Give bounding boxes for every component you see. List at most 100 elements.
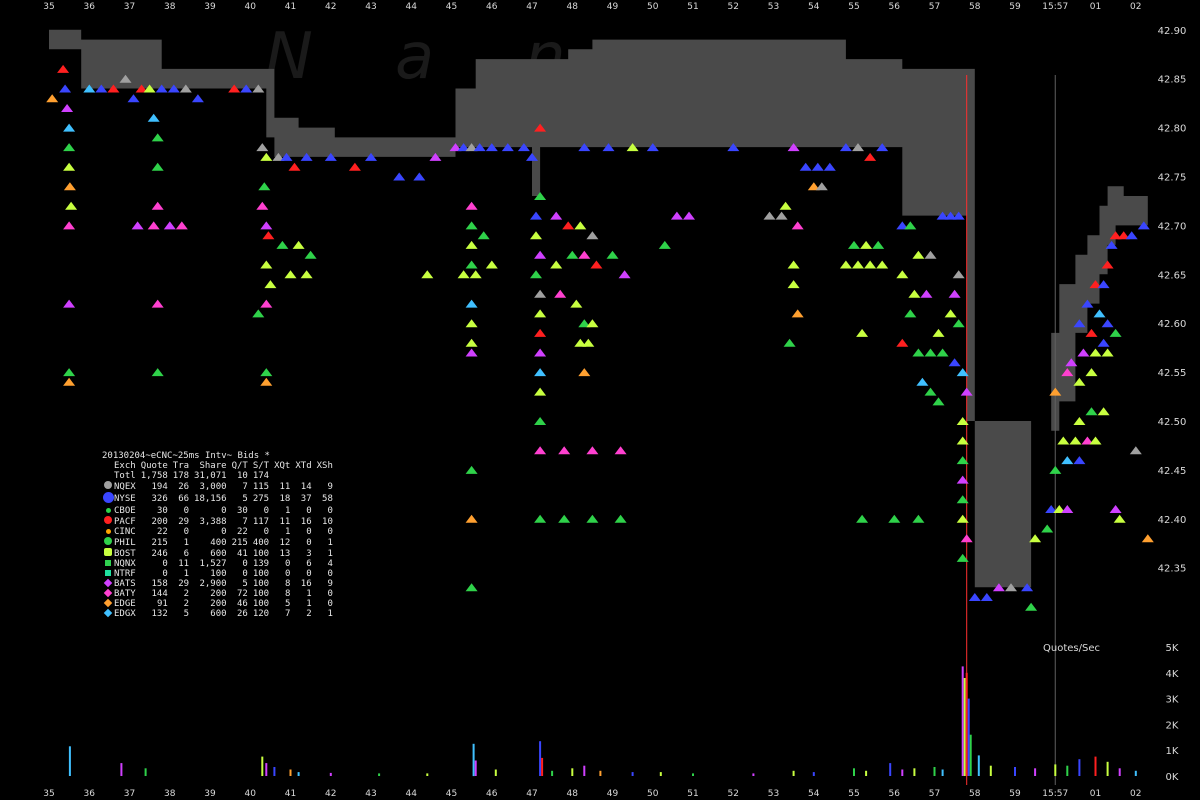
y-tick-label: 42.80 bbox=[1158, 124, 1187, 135]
volume-bar bbox=[329, 772, 332, 776]
legend-row: CINC 22 0 0 22 0 1 0 0 bbox=[102, 527, 333, 537]
legend-cell-xqt: 0 bbox=[284, 559, 291, 569]
legend-cell-quote: 215 bbox=[151, 537, 168, 548]
x-tick-label: 56 bbox=[889, 2, 901, 12]
legend-cell-exch: CINC bbox=[114, 527, 136, 537]
x-tick-label: 01 bbox=[1090, 2, 1101, 12]
legend-cell-exch: EDGX bbox=[114, 609, 136, 619]
legend-cell-xtd: 37 bbox=[300, 494, 312, 504]
bid-point bbox=[586, 514, 599, 523]
bid-point bbox=[421, 270, 434, 279]
bid-point bbox=[292, 240, 305, 249]
bid-point bbox=[63, 143, 76, 152]
legend-marker-cell bbox=[102, 578, 114, 589]
legend-cell-st: 275 bbox=[252, 494, 270, 504]
x-tick-label: 45 bbox=[446, 2, 457, 12]
bid-point bbox=[586, 446, 599, 455]
bid-point bbox=[63, 377, 76, 386]
legend-cell-xsh: 9 bbox=[327, 579, 333, 589]
bid-point bbox=[163, 221, 176, 230]
legend-marker-cell bbox=[102, 471, 114, 481]
bid-point bbox=[952, 270, 965, 279]
volume-bar bbox=[273, 767, 276, 776]
x-tick-label: 47 bbox=[526, 789, 537, 799]
volume-bar bbox=[969, 734, 972, 776]
y-tick-label: 42.75 bbox=[1158, 172, 1187, 183]
x-tick-label: 46 bbox=[486, 2, 498, 12]
bid-point bbox=[924, 348, 937, 357]
legend-cell-share: 200 bbox=[210, 599, 227, 609]
legend-cell-quote: 144 bbox=[151, 589, 168, 599]
x-tick-label: 49 bbox=[607, 2, 619, 12]
volume-bar bbox=[539, 741, 542, 776]
bid-point bbox=[1061, 456, 1074, 465]
bid-point bbox=[534, 289, 547, 298]
legend-cell-xqt: 1 bbox=[284, 506, 291, 516]
x-tick-label: 44 bbox=[406, 789, 418, 799]
legend-cell-xsh: 1 bbox=[327, 609, 333, 619]
legend-cell-st: 139 bbox=[252, 559, 270, 569]
volume-bar bbox=[933, 767, 936, 776]
legend-cell-st: 174 bbox=[252, 471, 270, 481]
bid-point bbox=[465, 319, 478, 328]
bid-point bbox=[582, 338, 595, 347]
x-tick-label: 02 bbox=[1130, 2, 1141, 12]
legend-cell-share: 200 bbox=[210, 589, 227, 599]
legend-marker-cell bbox=[102, 588, 114, 599]
legend-cell-exch: NQEX bbox=[114, 481, 136, 492]
legend-cell-qt: 22 bbox=[236, 527, 248, 537]
legend-cell-quote: 158 bbox=[151, 579, 168, 589]
bid-point bbox=[574, 221, 587, 230]
volume-bar bbox=[541, 757, 544, 776]
legend-row: CBOE 30 0 0 30 0 1 0 0 bbox=[102, 506, 333, 516]
legend-cell-st: 117 bbox=[252, 516, 270, 527]
bid-point bbox=[791, 221, 804, 230]
volume-tick-label: 3K bbox=[1166, 695, 1179, 706]
x-tick-label: 49 bbox=[607, 789, 619, 799]
volume-bar bbox=[144, 768, 147, 776]
legend-row: PACF 200 29 3,388 7 117 11 16 10 bbox=[102, 516, 333, 527]
legend-cell-tra: 178 bbox=[172, 471, 190, 481]
legend-cell-share: 400 bbox=[210, 537, 227, 548]
legend-cell-xsh: 9 bbox=[327, 481, 333, 492]
legend-cell-exch: PHIL bbox=[114, 537, 136, 548]
x-tick-label: 53 bbox=[768, 789, 779, 799]
bid-point bbox=[823, 162, 836, 171]
legend-cell-st: 100 bbox=[252, 599, 270, 609]
x-tick-label: 02 bbox=[1130, 789, 1141, 799]
legend-marker-icon bbox=[104, 481, 112, 489]
x-tick-label: 45 bbox=[446, 789, 457, 799]
legend-cell-xtd: 2 bbox=[306, 609, 312, 619]
bid-point bbox=[477, 231, 490, 240]
volume-bar bbox=[1094, 756, 1097, 776]
bid-point bbox=[1101, 319, 1114, 328]
volume-bar bbox=[1118, 768, 1121, 776]
x-tick-label: 01 bbox=[1090, 789, 1101, 799]
legend-marker-icon bbox=[105, 529, 111, 534]
bid-point bbox=[912, 250, 925, 259]
bid-point bbox=[932, 397, 945, 406]
legend-marker-icon bbox=[104, 548, 112, 556]
volume-bar bbox=[474, 760, 477, 776]
legend-row: Totl 1,758 178 31,071 10 174 bbox=[102, 471, 333, 481]
y-axis-price: 42.90 42.85 42.80 42.75 42.70 42.65 42.60 42.55… bbox=[1158, 26, 1187, 575]
volume-bar bbox=[1014, 767, 1016, 776]
bid-point bbox=[558, 446, 571, 455]
legend-cell-share: 0 bbox=[221, 527, 227, 537]
legend-marker-cell bbox=[102, 598, 114, 609]
bid-point bbox=[530, 231, 542, 240]
legend-cell-xsh: 1 bbox=[327, 548, 333, 559]
bid-point bbox=[63, 221, 76, 230]
x-tick-label: 48 bbox=[567, 789, 579, 799]
legend-marker-icon bbox=[104, 516, 112, 524]
bid-point bbox=[787, 280, 800, 289]
bid-point bbox=[932, 328, 945, 337]
bid-point bbox=[550, 211, 563, 220]
bid-point bbox=[908, 289, 921, 298]
legend-cell-xqt: 13 bbox=[279, 548, 291, 559]
volume-bar bbox=[426, 773, 429, 776]
legend-cell-quote: 200 bbox=[151, 516, 168, 527]
bid-point bbox=[63, 182, 76, 191]
volume-bar bbox=[571, 768, 574, 776]
legend-column-header: Exch bbox=[114, 461, 136, 471]
